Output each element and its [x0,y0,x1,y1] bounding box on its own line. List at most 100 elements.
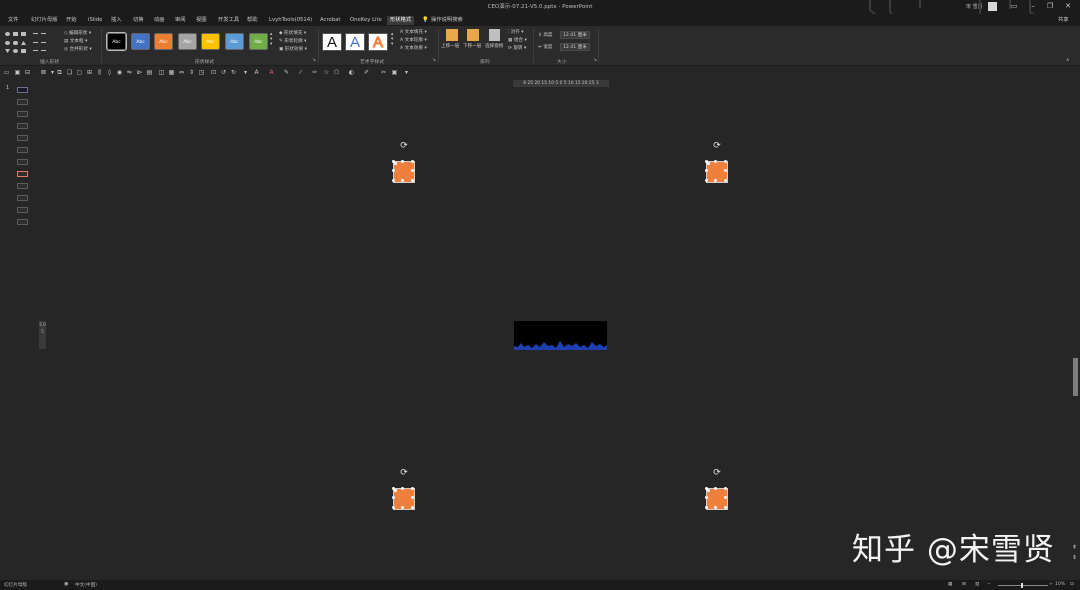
flip-icon[interactable]: ⇋ [126,69,133,76]
tell-me-search[interactable]: 操作说明搜索 [431,16,463,25]
dialog-launcher-icon[interactable]: ↘ [432,58,436,63]
selection-handle-bottom-left[interactable] [392,487,415,510]
highlight-icon[interactable]: A [268,69,275,76]
zoom-level[interactable]: 10% [1055,582,1065,587]
layout-thumbnail[interactable] [17,111,28,117]
close-icon[interactable]: ✕ [1062,1,1074,12]
shape-effects-button[interactable]: ▣ 形状效果 ▾ [279,46,307,52]
share-button[interactable]: 共享 [1058,16,1069,25]
layout-thumbnail[interactable] [17,147,28,153]
align-center-icon[interactable]: ⊞ [86,69,93,76]
accessibility-icon[interactable]: ▣ [64,582,68,587]
wordart-style-orange[interactable]: A [368,33,388,52]
selection-pane-icon[interactable] [489,29,500,41]
scroll-down-icon[interactable]: ⇟ [1072,554,1077,561]
copy-icon[interactable]: ❏ [66,69,73,76]
pen-icon[interactable]: ✐ [363,69,370,76]
tab-acrobat[interactable]: Acrobat [320,16,340,25]
thumbnail-toggle-icon[interactable]: ▭ [3,69,10,76]
vertical-scrollbar[interactable]: ⇞ ⇟ [1071,80,1080,580]
dialog-launcher-icon[interactable]: ↘ [593,58,597,63]
layout-thumbnail[interactable] [17,99,28,105]
height-input[interactable]: 12.41 厘米 [560,31,590,39]
slide-sorter-icon[interactable]: ⊞ [962,582,966,587]
scroll-up-icon[interactable]: ⇞ [1072,544,1077,551]
width-input[interactable]: 12.41 厘米 [560,43,590,51]
image-icon[interactable]: ▣ [391,69,398,76]
selection-handle-top-left[interactable] [392,160,415,183]
wordart-gallery-scroll[interactable]: ▴ ▾ ▾ [391,32,393,47]
send-backward-icon[interactable] [467,29,479,41]
shape-gallery-scroll[interactable]: ▴ ▾ ▾ [270,32,272,47]
tab-lvyhtools[interactable]: LvyhTools(0514) [269,16,312,25]
zoom-in-icon[interactable]: + [1049,582,1053,587]
shape-style-swatch[interactable]: Abc [154,33,173,50]
size-icon[interactable]: ◳ [198,69,205,76]
tab-help[interactable]: 帮助 [247,16,258,25]
reading-view-icon[interactable]: ▥ [975,582,979,587]
layout-thumbnail[interactable] [17,207,28,213]
merge-shapes-button[interactable]: ◎ 合并形状 ▾ [64,46,92,52]
lock-icon[interactable]: ⊡ [210,69,217,76]
rotate-button[interactable]: ⟳ 旋转 ▾ [508,45,526,51]
dialog-launcher-icon[interactable]: ↘ [312,58,316,63]
tab-file[interactable]: 文件 [8,16,19,25]
layout-thumbnail[interactable] [17,183,28,189]
tab-slide-master[interactable]: 幻灯片母版 [31,16,58,25]
layout-thumbnail[interactable] [17,195,28,201]
wordart-style-blue[interactable]: A [345,33,365,51]
tab-developer[interactable]: 开发工具 [218,16,239,25]
status-language[interactable]: 中文(中国) [75,582,97,588]
font-color-icon[interactable]: A [253,69,260,76]
fit-slide-icon[interactable]: ⊡ [1070,582,1074,587]
layout-thumbnail[interactable] [17,135,28,141]
edit-shape-button[interactable]: ◇ 编辑形状 ▾ [64,30,91,36]
grid-icon[interactable]: ▦ [168,69,175,76]
selection-handle-top-right[interactable] [705,160,728,183]
text-fill-button[interactable]: A 文本填充 ▾ [400,29,427,35]
layout-thumbnail[interactable] [17,219,28,225]
zoom-slider-knob[interactable] [1021,583,1023,588]
tab-animations[interactable]: 动画 [154,16,165,25]
crop-icon[interactable]: ⧉ [56,69,63,76]
height-icon[interactable]: ⇕ [188,69,195,76]
rotate-handle-icon[interactable]: ⟳ [711,468,723,478]
lightbulb-icon[interactable]: 💡 [422,16,429,25]
shape-fill-button[interactable]: ◆ 形状填充 ▾ [279,30,306,36]
shape-outline-button[interactable]: ✎ 形状轮廓 ▾ [279,38,306,44]
eyedropper-icon[interactable]: ✑ [311,69,318,76]
normal-view-icon[interactable]: ▦ [948,582,952,587]
shape-style-swatch[interactable]: Abc [201,33,220,50]
group-button[interactable]: ▦ 组合 ▾ [508,37,527,43]
bring-forward-icon[interactable] [446,29,458,41]
shape-style-swatch[interactable]: Abc [178,33,197,50]
close-shape-icon[interactable]: ⊠ [40,69,47,76]
send-backward-button[interactable]: 下移一层 [463,43,481,49]
shape-style-swatch[interactable]: Abc [131,33,150,50]
shape-style-swatch[interactable]: Abc [249,33,268,50]
tab-insert[interactable]: 插入 [111,16,122,25]
width-icon[interactable]: ⇔ [178,69,185,76]
layout-thumbnail[interactable] [17,159,28,165]
align-left-icon[interactable]: ⊟ [24,69,31,76]
shape-gallery[interactable] [5,30,57,54]
line-icon[interactable]: ⁄ [297,69,304,76]
chevron-down-icon[interactable]: ▾ [242,69,249,76]
union-icon[interactable]: ◉ [116,69,123,76]
zoom-out-icon[interactable]: − [987,582,991,587]
bring-forward-button[interactable]: 上移一层 [441,43,459,49]
shadow-icon[interactable]: ◐ [348,69,355,76]
tab-home[interactable]: 开始 [66,16,77,25]
collapse-ribbon-icon[interactable]: ∧ [1066,58,1069,63]
text-effects-button[interactable]: A 文本效果 ▾ [400,45,427,51]
layout-thumbnail[interactable] [17,171,28,177]
layout-thumbnail[interactable] [17,123,28,129]
scrollbar-thumb[interactable] [1073,358,1078,396]
selection-pane-button[interactable]: 选择窗格 [485,43,503,49]
wordart-style-black[interactable]: A [322,33,342,51]
tab-islide[interactable]: iSlide [88,16,102,25]
rotate-handle-icon[interactable]: ⟳ [711,141,723,151]
line-color-icon[interactable]: ✎ [283,69,290,76]
tab-shape-format[interactable]: 形状格式 [387,16,415,25]
mirror-icon[interactable]: ⧐ [136,69,143,76]
